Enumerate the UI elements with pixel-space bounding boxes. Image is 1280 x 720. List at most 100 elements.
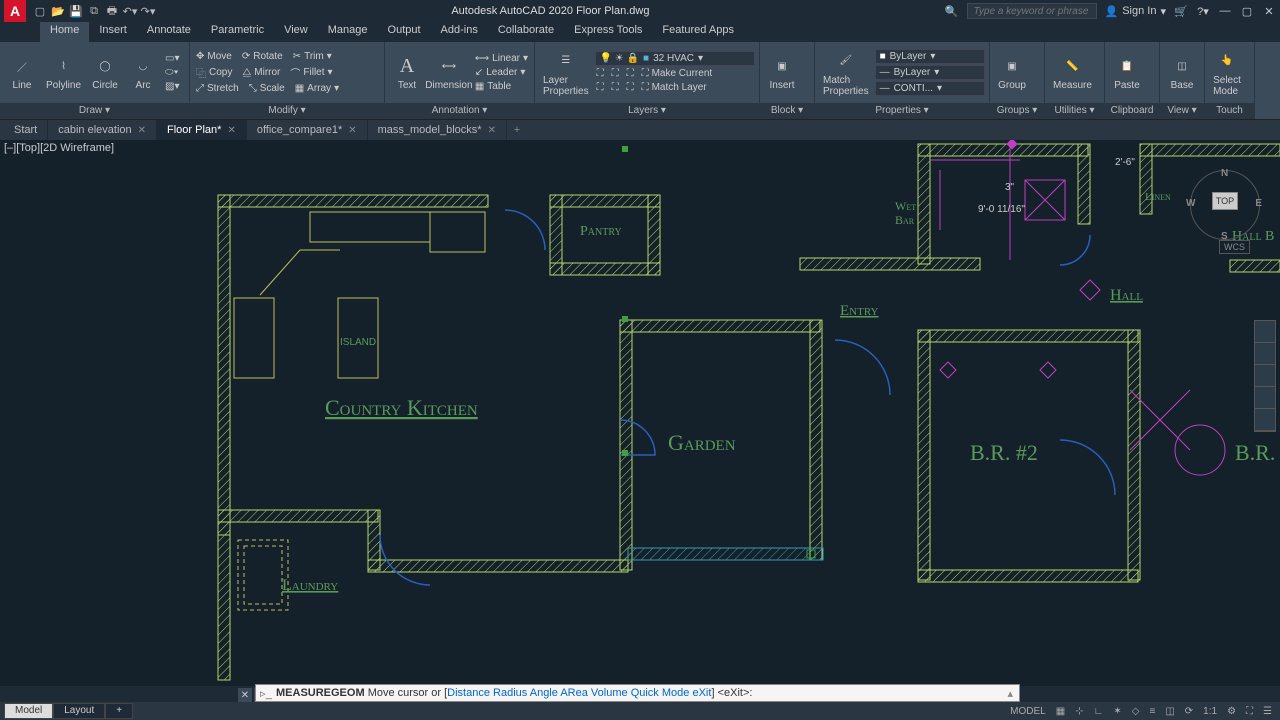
minimize-icon[interactable]: —	[1218, 4, 1232, 18]
cmd-opt-exit[interactable]: eXit	[692, 687, 711, 699]
sign-in-button[interactable]: 👤 Sign In ▾	[1105, 5, 1166, 18]
panel-util-title[interactable]: Utilities ▾	[1045, 103, 1104, 119]
layer-tool-5[interactable]: ⛶	[610, 81, 621, 94]
rotate-button[interactable]: ⟳ Rotate	[240, 50, 285, 63]
color-dropdown[interactable]: ■ ByLayer ▾	[875, 49, 985, 64]
match-layer-button[interactable]: ⛶ Match Layer	[640, 81, 709, 94]
linetype-dropdown[interactable]: — CONTI... ▾	[875, 81, 985, 96]
layer-tool-6[interactable]: ⛶	[625, 81, 636, 94]
stretch-button[interactable]: ⤢ Stretch	[194, 82, 241, 95]
drawing-viewport[interactable]: [–][Top][2D Wireframe]	[0, 140, 1280, 686]
tab-manage[interactable]: Manage	[318, 22, 378, 42]
status-snap-icon[interactable]: ⊹	[1073, 706, 1085, 717]
cmd-opt-radius[interactable]: Radius	[493, 687, 527, 699]
fillet-button[interactable]: ⌒ Fillet ▾	[288, 64, 334, 81]
panel-block-title[interactable]: Block ▾	[760, 103, 814, 119]
layout-tab-model[interactable]: Model	[4, 703, 53, 719]
insert-button[interactable]: ▣Insert	[764, 52, 800, 93]
tab-addins[interactable]: Add-ins	[431, 22, 488, 42]
text-button[interactable]: AText	[389, 52, 425, 93]
status-scale[interactable]: 1:1	[1201, 706, 1219, 717]
panel-clip-title[interactable]: Clipboard	[1105, 103, 1159, 119]
panel-modify-title[interactable]: Modify ▾	[190, 103, 384, 119]
layout-tab-add[interactable]: +	[105, 703, 133, 719]
nav-zoom-icon[interactable]	[1255, 365, 1275, 387]
status-transp-icon[interactable]: ◫	[1163, 706, 1176, 717]
line-button[interactable]: ／Line	[4, 52, 40, 93]
qat-saveas-icon[interactable]: ⧉	[86, 3, 102, 19]
qat-new-icon[interactable]: ▢	[32, 3, 48, 19]
nav-orbit-icon[interactable]	[1255, 387, 1275, 409]
mirror-button[interactable]: ⧋ Mirror	[240, 64, 282, 81]
close-tab-icon[interactable]: ✕	[348, 125, 356, 136]
circle-button[interactable]: ◯Circle	[87, 52, 123, 93]
tab-home[interactable]: Home	[40, 22, 89, 42]
close-tab-icon[interactable]: ✕	[138, 125, 146, 136]
cmd-opt-volume[interactable]: Volume	[591, 687, 628, 699]
trim-button[interactable]: ✂ Trim ▾	[291, 50, 334, 63]
status-cycle-icon[interactable]: ⟳	[1183, 706, 1195, 717]
base-button[interactable]: ◫Base	[1164, 52, 1200, 93]
dimension-button[interactable]: ⟷Dimension	[427, 52, 471, 93]
layer-tool-3[interactable]: ⛶	[625, 67, 636, 80]
cmd-opt-quick[interactable]: Quick	[631, 687, 659, 699]
qat-open-icon[interactable]: 📂	[50, 3, 66, 19]
cmd-opt-area[interactable]: ARea	[560, 687, 588, 699]
close-icon[interactable]: ✕	[1262, 4, 1276, 18]
tab-annotate[interactable]: Annotate	[137, 22, 201, 42]
status-max-icon[interactable]: ⛶	[1244, 706, 1255, 717]
tab-featured[interactable]: Featured Apps	[652, 22, 744, 42]
layer-tool-1[interactable]: ⛶	[595, 67, 606, 80]
status-model[interactable]: MODEL	[1008, 706, 1048, 717]
layer-tool-2[interactable]: ⛶	[610, 67, 621, 80]
tab-express[interactable]: Express Tools	[564, 22, 652, 42]
tab-insert[interactable]: Insert	[89, 22, 137, 42]
close-tab-icon[interactable]: ✕	[488, 125, 496, 136]
table-button[interactable]: ▦ Table	[473, 80, 530, 93]
status-ortho-icon[interactable]: ∟	[1092, 706, 1106, 717]
move-button[interactable]: ✥ Move	[194, 50, 234, 63]
viewcube-n[interactable]: N	[1221, 168, 1228, 179]
panel-groups-title[interactable]: Groups ▾	[990, 103, 1044, 119]
ellipse-button[interactable]: ⬭▾	[163, 66, 181, 79]
cmd-opt-angle[interactable]: Angle	[530, 687, 558, 699]
status-polar-icon[interactable]: ✶	[1111, 706, 1123, 717]
layer-dropdown[interactable]: 💡 ☀ 🔒 ■ 32 HVAC ▾	[595, 51, 755, 66]
cmd-expand-icon[interactable]: ▴	[1001, 687, 1019, 700]
close-tab-icon[interactable]: ✕	[227, 125, 235, 136]
search-input[interactable]	[967, 3, 1097, 19]
exchange-icon[interactable]: 🛒	[1174, 4, 1188, 18]
file-tab-cabin[interactable]: cabin elevation✕	[48, 120, 157, 140]
qat-save-icon[interactable]: 💾	[68, 3, 84, 19]
scale-button[interactable]: ⤡ Scale	[247, 82, 287, 95]
tab-collaborate[interactable]: Collaborate	[488, 22, 564, 42]
panel-draw-title[interactable]: Draw ▾	[0, 103, 189, 119]
command-line[interactable]: ▹_ MEASUREGEOM Move cursor or [Distance …	[255, 684, 1020, 702]
rect-button[interactable]: ▭▾	[163, 52, 181, 65]
panel-ann-title[interactable]: Annotation ▾	[385, 103, 534, 119]
select-mode-button[interactable]: 👆Select Mode	[1209, 47, 1245, 99]
layer-properties-button[interactable]: ☰Layer Properties	[539, 47, 593, 99]
panel-prop-title[interactable]: Properties ▾	[815, 103, 989, 119]
status-grid-icon[interactable]: ▦	[1054, 706, 1067, 717]
status-custom-icon[interactable]: ☰	[1261, 706, 1274, 717]
cmd-opt-mode[interactable]: Mode	[662, 687, 690, 699]
layer-tool-4[interactable]: ⛶	[595, 81, 606, 94]
nav-pan-icon[interactable]	[1255, 343, 1275, 365]
file-tab-floorplan[interactable]: Floor Plan*✕	[157, 120, 247, 140]
tab-output[interactable]: Output	[378, 22, 431, 42]
qat-redo-icon[interactable]: ↷▾	[140, 3, 156, 19]
array-button[interactable]: ▦ Array ▾	[293, 82, 341, 95]
nav-wheel-icon[interactable]	[1255, 321, 1275, 343]
drawing-canvas[interactable]: Pantry ISLAND Country Kitchen Garden Lau…	[0, 140, 1280, 686]
cmd-close-icon[interactable]: ✕	[238, 688, 252, 702]
paste-button[interactable]: 📋Paste	[1109, 52, 1145, 93]
hatch-button[interactable]: ▨▾	[163, 80, 181, 93]
nav-showmotion-icon[interactable]	[1255, 409, 1275, 431]
maximize-icon[interactable]: ▢	[1240, 4, 1254, 18]
file-tab-mass[interactable]: mass_model_blocks*✕	[368, 120, 507, 140]
status-gear-icon[interactable]: ⚙	[1225, 706, 1238, 717]
layout-tab-layout[interactable]: Layout	[53, 703, 105, 719]
panel-view-title[interactable]: View ▾	[1160, 103, 1204, 119]
file-tab-start[interactable]: Start	[4, 120, 48, 140]
